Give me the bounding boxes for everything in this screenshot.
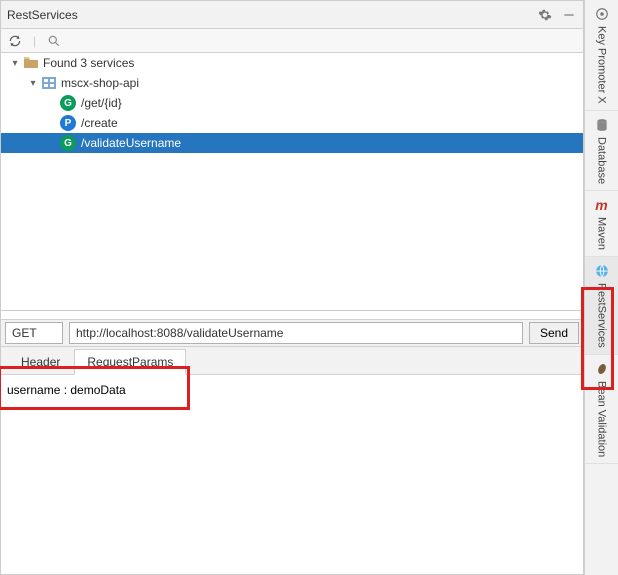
panel-header: RestServices <box>1 1 583 29</box>
chevron-down-icon: ▾ <box>9 58 21 69</box>
side-tab-label: Maven <box>596 217 608 250</box>
gear-icon[interactable] <box>537 7 553 23</box>
tree-endpoint[interactable]: G /validateUsername <box>1 133 583 153</box>
tree-endpoint[interactable]: P /create <box>1 113 583 133</box>
method-badge-get: G <box>60 135 76 151</box>
tabs: Header RequestParams <box>1 347 583 375</box>
endpoint-path: /get/{id} <box>79 96 122 110</box>
side-tab-label: Bean Validation <box>596 381 608 457</box>
tree-endpoint[interactable]: G /get/{id} <box>1 93 583 113</box>
panel-title: RestServices <box>7 8 537 22</box>
toolbar: | <box>1 29 583 53</box>
bean-validation-icon <box>594 361 610 377</box>
send-button[interactable]: Send <box>529 322 579 344</box>
side-tab-label: Key Promoter X <box>596 26 608 104</box>
http-method-select[interactable]: GET <box>5 322 63 344</box>
minimize-icon[interactable] <box>561 7 577 23</box>
request-bar: GET Send <box>1 319 583 347</box>
endpoints-tree: ▾ Found 3 services ▾ mscx-shop-api G /ge… <box>1 53 583 311</box>
param-row: username : demoData <box>7 381 577 399</box>
endpoint-path: /validateUsername <box>79 136 181 150</box>
maven-icon: m <box>594 197 610 213</box>
search-icon[interactable] <box>46 33 62 49</box>
tree-module-label: mscx-shop-api <box>59 76 139 90</box>
side-tab-rest-services[interactable]: RestServices <box>585 257 618 355</box>
side-tab-bean-validation[interactable]: Bean Validation <box>585 355 618 464</box>
method-badge-get: G <box>60 95 76 111</box>
side-tab-key-promoter[interactable]: Key Promoter X <box>585 0 618 111</box>
rest-services-icon <box>594 263 610 279</box>
endpoint-path: /create <box>79 116 118 130</box>
tree-root[interactable]: ▾ Found 3 services <box>1 53 583 73</box>
url-input[interactable] <box>69 322 523 344</box>
chevron-down-icon: ▾ <box>27 78 39 89</box>
refresh-icon[interactable] <box>7 33 23 49</box>
module-icon <box>42 77 56 89</box>
side-tab-database[interactable]: Database <box>585 111 618 191</box>
tree-root-label: Found 3 services <box>41 56 134 70</box>
params-editor[interactable]: username : demoData <box>1 375 583 574</box>
tab-request-params[interactable]: RequestParams <box>74 349 186 375</box>
side-tab-label: RestServices <box>596 283 608 348</box>
side-tab-maven[interactable]: m Maven <box>585 191 618 257</box>
database-icon <box>594 117 610 133</box>
main-panel: RestServices | ▾ Found 3 services <box>0 0 584 575</box>
key-promoter-icon <box>594 6 610 22</box>
method-badge-post: P <box>60 115 76 131</box>
right-sidebar: Key Promoter X Database m Maven RestServ… <box>584 0 618 575</box>
tab-header[interactable]: Header <box>9 350 72 374</box>
side-tab-label: Database <box>596 137 608 184</box>
folder-icon <box>24 57 38 69</box>
tree-module[interactable]: ▾ mscx-shop-api <box>1 73 583 93</box>
